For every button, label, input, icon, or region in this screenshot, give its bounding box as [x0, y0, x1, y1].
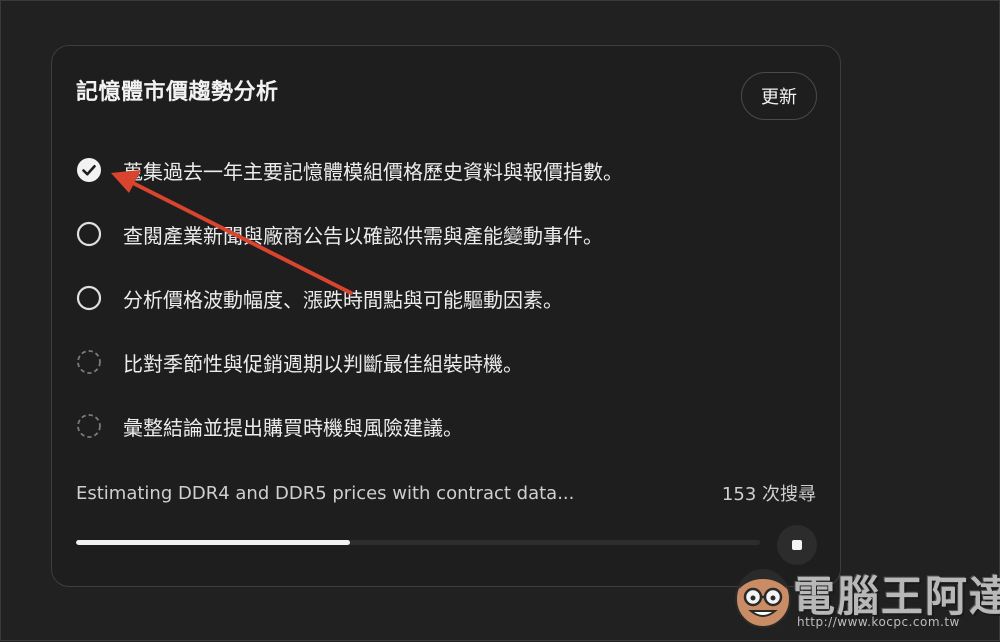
- card-title: 記憶體市價趨勢分析: [76, 80, 279, 105]
- watermark: 電腦王阿達 http://www.kocpc.com.tw: [731, 561, 1000, 637]
- watermark-url: http://www.kocpc.com.tw: [797, 615, 960, 629]
- step-text: 彙整結論並提出購買時機與風險建議。: [123, 415, 463, 440]
- search-count: 153 次搜尋: [721, 484, 816, 505]
- step-text: 分析價格波動幅度、漲跌時間點與可能驅動因素。: [123, 287, 563, 312]
- dashed-circle-icon: [77, 350, 101, 374]
- circle-icon: [76, 285, 102, 311]
- progress-fill: [76, 540, 350, 545]
- step-text: 比對季節性與促銷週期以判斷最佳組裝時機。: [123, 351, 523, 376]
- step-text: 查閱產業新聞與廠商公告以確認供需與產能變動事件。: [123, 223, 603, 248]
- mascot-face-icon: [735, 569, 791, 628]
- progress-bar: [76, 540, 760, 545]
- stop-button[interactable]: [777, 525, 817, 565]
- stop-icon: [792, 540, 802, 550]
- check-circle-icon: [77, 158, 101, 182]
- step-list: 蒐集過去一年主要記憶體模組價格歷史資料與報價指數。 查閱產業新聞與廠商公告以確認…: [76, 138, 816, 458]
- research-progress-card: 記憶體市價趨勢分析 更新 蒐集過去一年主要記憶體模組價格歷史資料與報價指數。 查…: [51, 45, 841, 587]
- step-item: 比對季節性與促銷週期以判斷最佳組裝時機。: [76, 330, 816, 394]
- circle-icon: [76, 221, 102, 247]
- update-button[interactable]: 更新: [741, 72, 817, 120]
- step-item: 分析價格波動幅度、漲跌時間點與可能驅動因素。: [76, 266, 816, 330]
- step-item: 查閱產業新聞與廠商公告以確認供需與產能變動事件。: [76, 202, 816, 266]
- step-item: 蒐集過去一年主要記憶體模組價格歷史資料與報價指數。: [76, 138, 816, 202]
- status-text: Estimating DDR4 and DDR5 prices with con…: [76, 483, 575, 504]
- step-item: 彙整結論並提出購買時機與風險建議。: [76, 394, 816, 458]
- dashed-circle-icon: [77, 414, 101, 438]
- step-text: 蒐集過去一年主要記憶體模組價格歷史資料與報價指數。: [123, 159, 623, 184]
